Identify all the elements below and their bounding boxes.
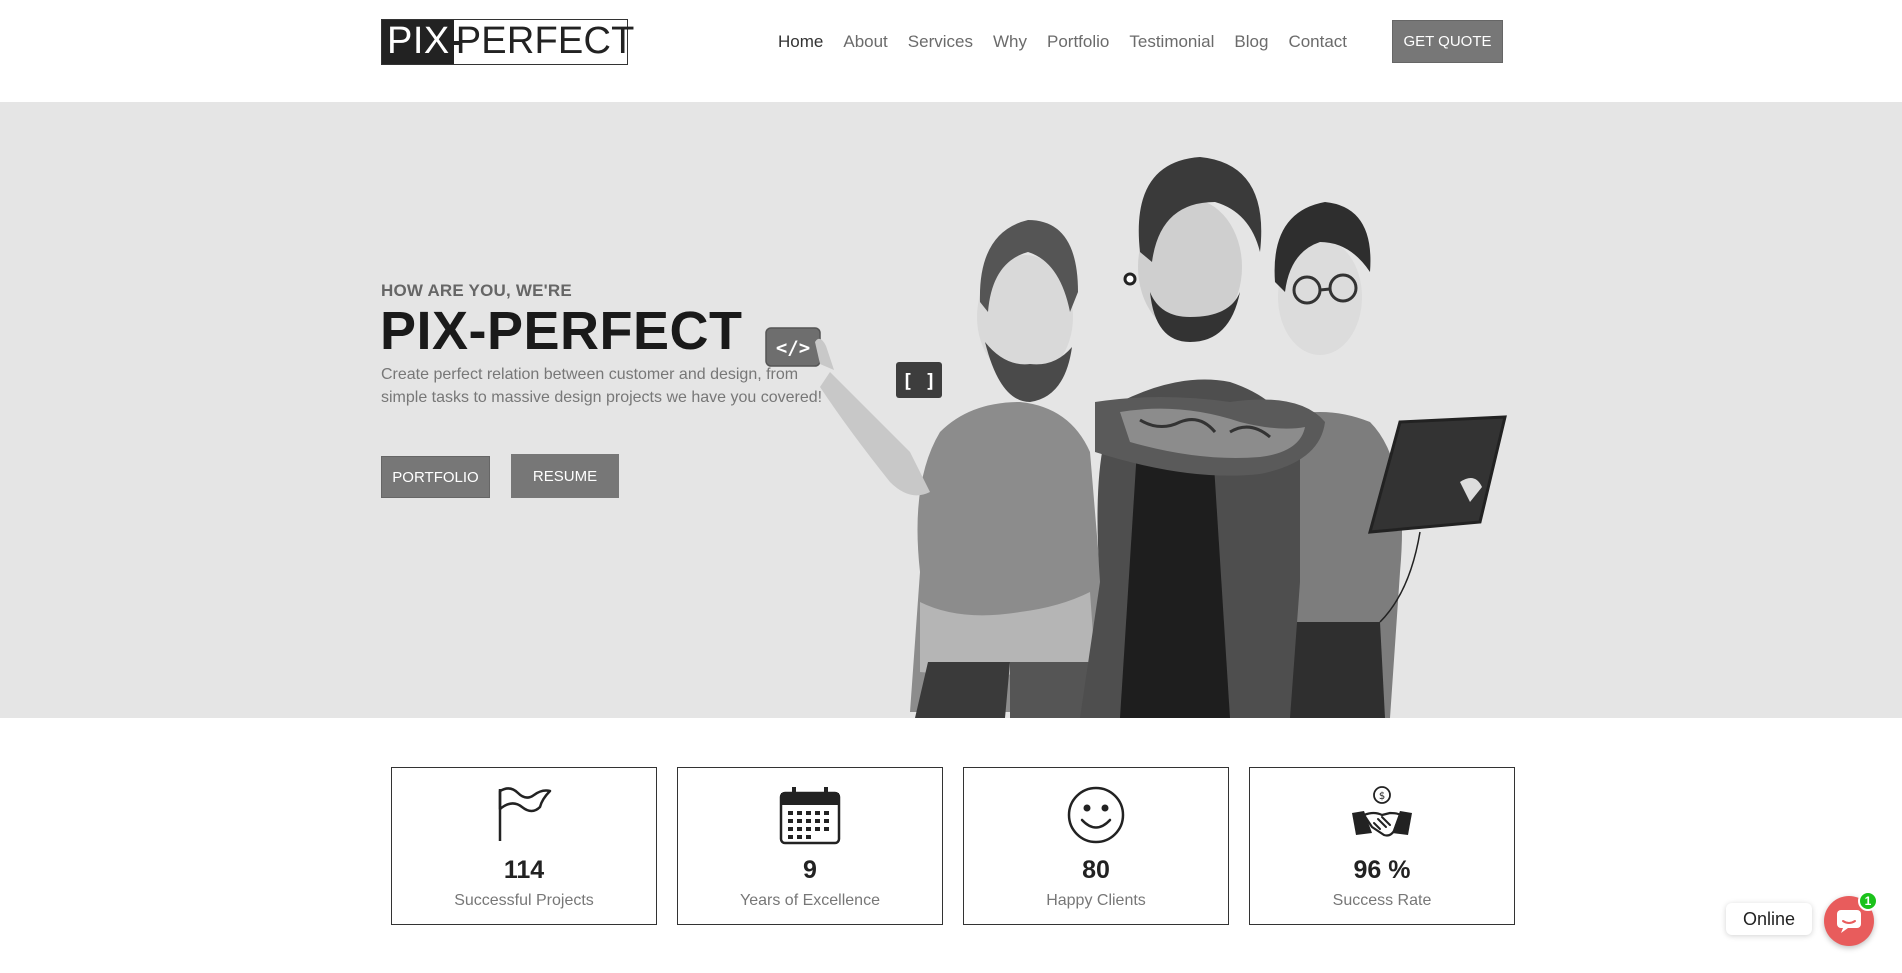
stat-value-projects: 114 [503,856,545,884]
flag-icon [498,787,552,841]
stat-card-success: $ 96 % Success Rate [1249,767,1515,925]
hero-eyebrow: HOW ARE YOU, WE'RE [381,281,572,300]
code-badge-label: </> [776,337,810,359]
smile-icon [1067,786,1125,844]
nav-testimonial[interactable]: Testimonial [1129,32,1214,52]
logo[interactable]: PIX PERFECT [381,19,634,65]
hero-title: PIX-PERFECT [380,301,743,361]
chat-status-label[interactable]: Online [1726,903,1812,935]
nav-contact[interactable]: Contact [1288,32,1347,52]
stat-label-years: Years of Excellence [740,892,880,909]
handshake-icon: $ [1352,786,1412,837]
calendar-icon [779,787,841,845]
code-badge: </> [765,327,821,367]
person-left [815,220,1110,718]
hero-section: HOW ARE YOU, WE'RE PIX-PERFECT Create pe… [0,102,1902,718]
chat-bubble-icon [1837,910,1861,933]
chat-unread-badge: 1 [1858,891,1878,911]
nav-blog[interactable]: Blog [1234,32,1268,52]
stat-value-years: 9 [803,856,817,884]
get-quote-button[interactable]: GET QUOTE [1392,20,1503,63]
site-header: PIX PERFECT Home About Services Why Port… [0,0,1902,102]
stat-card-clients: 80 Happy Clients [963,767,1229,925]
nav-portfolio[interactable]: Portfolio [1047,32,1109,52]
stat-label-projects: Successful Projects [454,892,594,909]
resume-button[interactable]: RESUME [511,454,619,498]
logo-text-right: PERFECT [455,20,635,62]
stat-label-success: Success Rate [1332,892,1432,909]
stats-section: 114 Successful Projects 9 Years of Excel… [391,767,1515,925]
bracket-badge: [ ] [896,362,942,398]
stat-value-success: 96 % [1353,856,1411,884]
bracket-badge-label: [ ] [902,370,936,392]
nav-about[interactable]: About [843,32,887,52]
nav-services[interactable]: Services [908,32,973,52]
logo-text-left: PIX [382,20,454,64]
stat-card-projects: 114 Successful Projects [391,767,657,925]
stat-value-clients: 80 [1082,856,1110,884]
stat-label-clients: Happy Clients [1046,892,1146,909]
svg-text:$: $ [1379,791,1385,802]
main-nav: Home About Services Why Portfolio Testim… [778,32,1367,52]
nav-why[interactable]: Why [993,32,1027,52]
stat-card-years: 9 Years of Excellence [677,767,943,925]
hero-illustration: </> [ ] [765,157,1507,718]
portfolio-button[interactable]: PORTFOLIO [381,456,490,498]
nav-home[interactable]: Home [778,32,823,52]
